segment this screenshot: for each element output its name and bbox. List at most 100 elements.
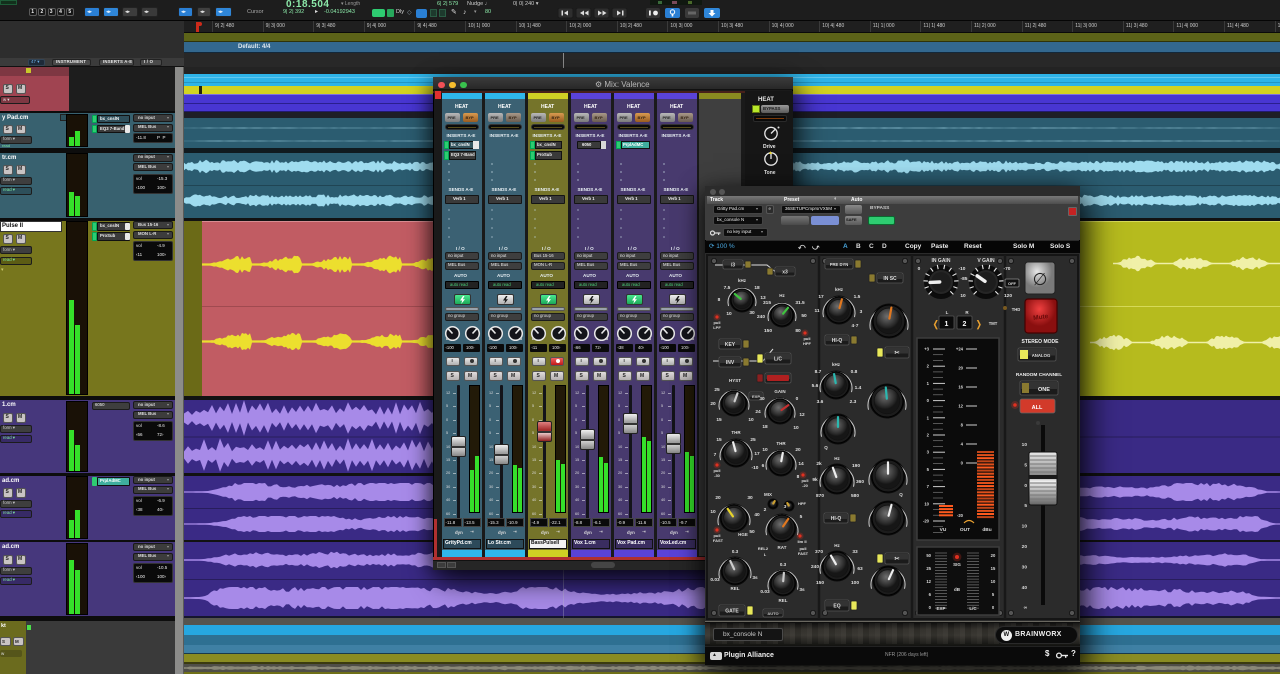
svg-text:30: 30 bbox=[747, 495, 753, 501]
svg-text:RANDOM CHANNEL: RANDOM CHANNEL bbox=[1016, 372, 1062, 378]
svg-text:/3: /3 bbox=[731, 263, 735, 269]
svg-text:HGE: HGE bbox=[738, 532, 748, 537]
svg-text:-70: -70 bbox=[1004, 266, 1011, 272]
svg-text:3: 3 bbox=[784, 504, 787, 510]
svg-text:❬: ❬ bbox=[932, 319, 940, 330]
svg-text:8: 8 bbox=[718, 297, 721, 303]
svg-text:10: 10 bbox=[793, 425, 799, 431]
svg-text:-85: -85 bbox=[961, 276, 968, 282]
svg-text:10: 10 bbox=[1022, 524, 1028, 530]
svg-text:FAST: FAST bbox=[713, 538, 724, 543]
svg-text:EQ: EQ bbox=[833, 604, 840, 610]
svg-text:30: 30 bbox=[1022, 564, 1028, 570]
svg-text:24: 24 bbox=[755, 409, 761, 415]
svg-text:31.5: 31.5 bbox=[795, 300, 805, 306]
svg-text:-10: -10 bbox=[959, 266, 966, 272]
svg-text:HPF: HPF bbox=[798, 501, 807, 506]
svg-text:18: 18 bbox=[754, 285, 760, 291]
svg-text:0.03: 0.03 bbox=[760, 589, 770, 595]
svg-text:LPF: LPF bbox=[713, 325, 721, 330]
svg-text:25: 25 bbox=[926, 566, 931, 571]
svg-text:10: 10 bbox=[710, 509, 716, 515]
svg-text:-30: -30 bbox=[714, 473, 721, 478]
svg-text:Hz: Hz bbox=[779, 293, 785, 298]
svg-text:ALL: ALL bbox=[1032, 405, 1043, 411]
svg-text:3.6: 3.6 bbox=[817, 399, 824, 405]
svg-text:1: 1 bbox=[945, 321, 949, 328]
svg-text:Hz: Hz bbox=[834, 456, 840, 461]
svg-text:-20: -20 bbox=[957, 513, 964, 518]
svg-text:x3: x3 bbox=[782, 270, 788, 276]
svg-text:12: 12 bbox=[958, 404, 963, 409]
svg-text:TMT: TMT bbox=[989, 321, 998, 326]
svg-text:-20: -20 bbox=[923, 519, 930, 524]
svg-text:580: 580 bbox=[851, 493, 859, 499]
svg-text:8: 8 bbox=[797, 474, 800, 480]
svg-text:370: 370 bbox=[815, 549, 823, 555]
svg-text:240: 240 bbox=[757, 314, 765, 320]
svg-text:7.5: 7.5 bbox=[724, 285, 731, 291]
svg-text:IN SC: IN SC bbox=[883, 276, 897, 282]
svg-text:15: 15 bbox=[716, 417, 722, 423]
svg-text:+24: +24 bbox=[956, 347, 964, 352]
svg-text:20: 20 bbox=[795, 447, 801, 453]
svg-text:lim II: lim II bbox=[797, 539, 806, 544]
svg-text:EXP: EXP bbox=[936, 606, 945, 611]
svg-text:150: 150 bbox=[816, 580, 824, 586]
svg-text:✂: ✂ bbox=[894, 351, 899, 357]
svg-text:VU: VU bbox=[940, 527, 947, 533]
svg-text:HI-Q: HI-Q bbox=[831, 516, 842, 522]
svg-text:40: 40 bbox=[754, 512, 760, 518]
svg-text:HI-Q: HI-Q bbox=[832, 338, 843, 344]
svg-text:16: 16 bbox=[958, 385, 963, 390]
svg-text:20: 20 bbox=[991, 553, 996, 558]
svg-text:THD: THD bbox=[1012, 307, 1021, 312]
svg-text:THR: THR bbox=[731, 430, 741, 435]
svg-text:8.7: 8.7 bbox=[815, 369, 822, 375]
svg-text:dBu: dBu bbox=[982, 527, 991, 533]
svg-text:20: 20 bbox=[710, 401, 716, 407]
svg-text:∅: ∅ bbox=[1033, 270, 1048, 289]
svg-text:1.4: 1.4 bbox=[855, 385, 862, 391]
svg-text:12: 12 bbox=[799, 412, 805, 418]
svg-text:STEREO MODE: STEREO MODE bbox=[1022, 339, 1060, 345]
svg-text:10: 10 bbox=[991, 579, 996, 584]
svg-text:5: 5 bbox=[1024, 503, 1027, 509]
svg-text:❭: ❭ bbox=[975, 319, 983, 330]
svg-text:10: 10 bbox=[726, 311, 732, 317]
svg-text:9k: 9k bbox=[812, 477, 818, 483]
svg-text:2: 2 bbox=[963, 321, 967, 328]
svg-text:33: 33 bbox=[852, 549, 858, 555]
svg-text:2k: 2k bbox=[816, 461, 822, 467]
svg-text:kHz: kHz bbox=[835, 287, 844, 292]
svg-text:REL2: REL2 bbox=[758, 546, 769, 551]
svg-text:REL: REL bbox=[731, 586, 740, 591]
svg-text:10: 10 bbox=[924, 501, 929, 506]
svg-text:50: 50 bbox=[926, 553, 931, 558]
svg-text:kHz: kHz bbox=[738, 278, 747, 283]
svg-text:0.3: 0.3 bbox=[780, 562, 787, 567]
svg-text:SIG: SIG bbox=[953, 562, 961, 567]
svg-text:0: 0 bbox=[918, 266, 921, 272]
svg-text:7: 7 bbox=[714, 452, 717, 458]
svg-text:4·7: 4·7 bbox=[852, 323, 859, 329]
svg-text:15: 15 bbox=[716, 437, 722, 443]
svg-text:12: 12 bbox=[926, 579, 931, 584]
svg-text:870: 870 bbox=[816, 493, 824, 499]
svg-text:10: 10 bbox=[748, 417, 754, 423]
svg-text:3s: 3s bbox=[752, 575, 758, 581]
svg-text:1.5: 1.5 bbox=[854, 294, 861, 300]
svg-text:25: 25 bbox=[714, 387, 720, 393]
svg-text:KEY: KEY bbox=[725, 342, 736, 348]
svg-text:V GAIN: V GAIN bbox=[977, 258, 995, 264]
svg-text:315: 315 bbox=[763, 300, 771, 306]
svg-text:120: 120 bbox=[1004, 293, 1012, 299]
svg-text:OFF: OFF bbox=[1008, 281, 1017, 286]
svg-text:OUT: OUT bbox=[960, 527, 970, 533]
svg-text:0.03: 0.03 bbox=[710, 577, 720, 583]
svg-text:L/C: L/C bbox=[969, 606, 977, 611]
svg-text:80: 80 bbox=[795, 328, 801, 334]
svg-text:L/C: L/C bbox=[774, 357, 782, 363]
svg-text:PRE DYN: PRE DYN bbox=[830, 262, 849, 267]
svg-text:AUTO: AUTO bbox=[767, 611, 778, 616]
